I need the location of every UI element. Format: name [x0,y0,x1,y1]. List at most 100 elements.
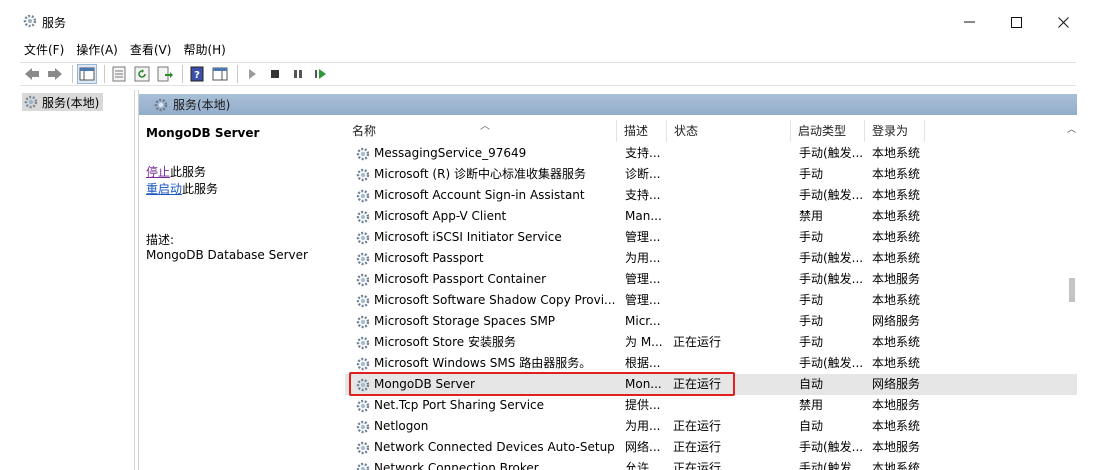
pause-service-button[interactable] [288,64,308,84]
restart-service-link[interactable]: 重启动 [146,182,182,196]
service-status [673,248,773,269]
column-header-status[interactable]: 状态 [667,120,791,142]
services-gear-icon [23,14,37,28]
column-header-logon-as[interactable]: 登录为 [865,120,925,142]
service-name: Microsoft Windows SMS 路由器服务。 [374,356,592,370]
action-pane-button[interactable] [210,64,230,84]
properties-icon [112,66,126,82]
service-startup-type: 手动(触发... [799,272,864,286]
service-name: MessagingService_97649 [374,146,527,160]
maximize-button[interactable] [993,8,1039,36]
services-gear-icon [154,98,168,111]
column-header-startup-type[interactable]: 启动类型 [791,120,865,142]
column-header-description[interactable]: 描述 [617,120,667,142]
toolbar: ? [20,62,1076,86]
service-row[interactable]: Microsoft Windows SMS 路由器服务。 根据... 手动(触发..… [345,353,1077,374]
back-button[interactable] [22,64,42,84]
refresh-button[interactable] [132,64,152,84]
service-startup-type: 手动(触发... [799,146,864,160]
properties-button[interactable] [109,64,129,84]
service-row[interactable]: Microsoft Store 安装服务 为 M... 正在运行 手动 本地系统 [345,332,1077,353]
scrollbar-thumb[interactable] [1069,278,1075,302]
service-description: 管理... [625,272,661,286]
service-row[interactable]: Network Connected Devices Auto-Setup 网络..… [345,437,1077,458]
service-row[interactable]: Microsoft Software Shadow Copy Provi... 管… [345,290,1077,311]
export-icon [157,66,173,82]
service-status: 正在运行 [673,419,722,433]
service-description: Micr... [625,314,661,328]
service-gear-icon [356,189,370,202]
export-list-button[interactable] [155,64,175,84]
tree-item-services-local[interactable]: 服务(本地) [22,93,104,111]
service-row[interactable]: Microsoft Account Sign-in Assistant 支持...… [345,185,1077,206]
window-title: 服务 [42,16,67,30]
scroll-up-icon[interactable]: ︿ [1067,122,1076,135]
service-name: Microsoft iSCSI Initiator Service [374,230,562,244]
service-description: 诊断... [625,167,661,181]
service-status [673,206,773,227]
minimize-icon [963,21,975,23]
menu-action[interactable]: 操作(A) [72,42,126,62]
service-row[interactable]: Microsoft Passport 为用... 手动(触发... 本地系统 [345,248,1077,269]
service-logon-as: 本地系统 [872,461,921,470]
service-name: Microsoft Account Sign-in Assistant [374,188,585,202]
minimize-button[interactable] [946,8,992,36]
service-name-cell: Microsoft Passport Container [355,269,617,290]
service-row[interactable]: Microsoft iSCSI Initiator Service 管理... 手动… [345,227,1077,248]
services-list: 名称 ︿ 描述 状态 启动类型 登录为 MessagingService_9764… [345,120,1077,470]
service-name-cell: Microsoft Store 安装服务 [355,332,617,353]
service-row[interactable]: Microsoft Storage Spaces SMP Micr... 手动 网络服… [345,311,1077,332]
services-pane: 服务(本地) MongoDB Server 停止此服务 重启动此服务 描述: M… [138,90,1077,470]
service-description: 为用... [625,419,661,433]
service-description: Man... [625,209,662,223]
forward-button[interactable] [45,64,65,84]
vertical-scrollbar[interactable]: ︿ [1065,118,1077,470]
service-logon-as: 本地系统 [872,146,921,160]
service-row[interactable]: Network Connection Broker 允许... 正在运行 手动(触发.… [345,458,1077,470]
service-logon-as: 本地系统 [872,188,921,202]
restart-service-button[interactable] [311,64,331,84]
service-gear-icon [356,210,370,223]
service-name-cell: Microsoft App-V Client [355,206,617,227]
stop-service-link[interactable]: 停止 [146,165,170,179]
service-row[interactable]: Microsoft App-V Client Man... 禁用 本地系统 [345,206,1077,227]
show-console-tree-button[interactable] [77,64,97,84]
help-button[interactable]: ? [187,64,207,84]
service-status [673,353,773,374]
start-service-button[interactable] [242,64,262,84]
service-name: Microsoft Passport [374,251,484,265]
service-status [673,269,773,290]
stop-icon [271,70,279,78]
service-startup-type: 手动(触发... [799,251,864,265]
column-header-name[interactable]: 名称 ︿ [345,120,617,142]
service-logon-as: 本地服务 [872,398,921,412]
pane-header: 服务(本地) [139,94,1077,115]
service-row[interactable]: Net.Tcp Port Sharing Service 提供... 禁用 本地服务 [345,395,1077,416]
service-row[interactable]: Microsoft Passport Container 管理... 手动(触发..… [345,269,1077,290]
service-gear-icon [356,273,370,286]
tree-item-label: 服务(本地) [42,95,100,110]
sort-ascending-icon: ︿ [480,121,490,132]
service-row[interactable]: Microsoft (R) 诊断中心标准收集器服务 诊断... 手动 本地系统 [345,164,1077,185]
service-status: 正在运行 [673,461,722,470]
service-description: 支持... [625,146,661,160]
service-row[interactable]: Netlogon 为用... 正在运行 自动 本地系统 [345,416,1077,437]
menu-help[interactable]: 帮助(H) [179,42,233,62]
service-gear-icon [356,357,370,370]
console-tree: 服务(本地) [20,90,135,470]
service-description: 根据... [625,356,661,370]
service-name-cell: Microsoft iSCSI Initiator Service [355,227,617,248]
service-name: Microsoft Software Shadow Copy Provi... [374,293,616,307]
restart-service-suffix: 此服务 [182,182,219,196]
service-row[interactable]: MessagingService_97649 支持... 手动(触发... 本地系统 [345,143,1077,164]
service-name: Microsoft Storage Spaces SMP [374,314,556,328]
stop-service-button[interactable] [265,64,285,84]
menu-view[interactable]: 查看(V) [126,42,180,62]
close-button[interactable] [1040,8,1086,36]
toolbar-separator [237,65,238,83]
toolbar-separator [72,65,73,83]
service-startup-type: 手动 [799,293,824,307]
service-name: Microsoft Passport Container [374,272,547,286]
menu-file[interactable]: 文件(F) [20,42,72,62]
restart-service-row: 重启动此服务 [146,180,218,197]
